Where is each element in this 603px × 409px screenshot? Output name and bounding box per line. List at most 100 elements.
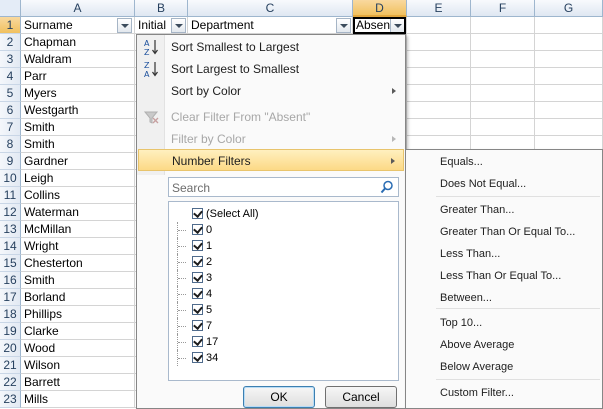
row-header[interactable]: 12 xyxy=(0,204,21,221)
table-cell[interactable]: Phillips xyxy=(21,306,135,323)
column-header-g[interactable]: G xyxy=(535,0,603,17)
row-header[interactable]: 22 xyxy=(0,374,21,391)
table-cell[interactable]: Wright xyxy=(21,238,135,255)
filter-value-item[interactable]: 5 xyxy=(169,302,398,318)
filter-value-item[interactable]: (Select All) xyxy=(169,206,398,222)
row-header[interactable]: 4 xyxy=(0,68,21,85)
table-cell[interactable]: Gardner xyxy=(21,153,135,170)
number-filter-option[interactable]: Greater Than Or Equal To... xyxy=(440,222,575,242)
row-header[interactable]: 2 xyxy=(0,34,21,51)
table-cell[interactable] xyxy=(535,34,603,51)
table-cell[interactable] xyxy=(535,85,603,102)
sort-ascending-item[interactable]: A Z Sort Smallest to Largest xyxy=(138,36,404,58)
row-header[interactable]: 1 xyxy=(0,17,21,34)
table-cell[interactable] xyxy=(471,119,535,136)
initial-filter-dropdown[interactable] xyxy=(171,18,186,33)
checkbox-checked[interactable] xyxy=(192,224,203,235)
cancel-button[interactable]: Cancel xyxy=(325,386,397,408)
table-cell[interactable]: Clarke xyxy=(21,323,135,340)
number-filter-option[interactable]: Above Average xyxy=(440,335,514,355)
select-all-corner[interactable] xyxy=(0,0,21,17)
table-cell[interactable] xyxy=(471,34,535,51)
filter-value-item[interactable]: 3 xyxy=(169,270,398,286)
column-header-f[interactable]: F xyxy=(471,0,535,17)
cell-e1[interactable] xyxy=(407,17,471,34)
table-cell[interactable] xyxy=(407,68,471,85)
table-cell[interactable] xyxy=(535,119,603,136)
surname-filter-dropdown[interactable] xyxy=(117,18,132,33)
filter-value-item[interactable]: 4 xyxy=(169,286,398,302)
row-header[interactable]: 5 xyxy=(0,85,21,102)
row-header[interactable]: 9 xyxy=(0,153,21,170)
column-header-d[interactable]: D xyxy=(353,0,407,17)
table-cell[interactable]: Barrett xyxy=(21,374,135,391)
table-cell[interactable]: Wood xyxy=(21,340,135,357)
table-cell[interactable] xyxy=(407,85,471,102)
column-header-c[interactable]: C xyxy=(188,0,353,17)
checkbox-checked[interactable] xyxy=(192,304,203,315)
table-cell[interactable] xyxy=(407,34,471,51)
column-header-e[interactable]: E xyxy=(407,0,471,17)
row-header[interactable]: 15 xyxy=(0,255,21,272)
checkbox-checked[interactable] xyxy=(192,272,203,283)
number-filters-item[interactable]: Number Filters xyxy=(138,149,404,171)
filter-search-input[interactable]: Search xyxy=(168,177,399,197)
table-cell[interactable]: Chesterton xyxy=(21,255,135,272)
row-header[interactable]: 18 xyxy=(0,306,21,323)
row-header[interactable]: 3 xyxy=(0,51,21,68)
row-header[interactable]: 20 xyxy=(0,340,21,357)
row-header[interactable]: 17 xyxy=(0,289,21,306)
checkbox-checked[interactable] xyxy=(192,240,203,251)
checkbox-checked[interactable] xyxy=(192,336,203,347)
sort-descending-item[interactable]: Z A Sort Largest to Smallest xyxy=(138,58,404,80)
number-filter-option[interactable]: Top 10... xyxy=(440,313,482,333)
number-filter-option[interactable]: Between... xyxy=(440,288,492,308)
filter-value-item[interactable]: 34 xyxy=(169,350,398,366)
row-header[interactable]: 13 xyxy=(0,221,21,238)
table-cell[interactable]: Smith xyxy=(21,119,135,136)
table-cell[interactable]: Smith xyxy=(21,136,135,153)
ok-button[interactable]: OK xyxy=(243,386,315,408)
table-cell[interactable]: Mills xyxy=(21,391,135,408)
row-header[interactable]: 23 xyxy=(0,391,21,408)
column-header-b[interactable]: B xyxy=(135,0,188,17)
checkbox-checked[interactable] xyxy=(192,256,203,267)
table-cell[interactable]: Myers xyxy=(21,85,135,102)
table-cell[interactable] xyxy=(535,51,603,68)
checkbox-checked[interactable] xyxy=(192,288,203,299)
row-header[interactable]: 6 xyxy=(0,102,21,119)
filter-value-item[interactable]: 7 xyxy=(169,318,398,334)
row-header[interactable]: 10 xyxy=(0,170,21,187)
number-filter-option[interactable]: Less Than Or Equal To... xyxy=(440,266,561,286)
table-cell[interactable]: Leigh xyxy=(21,170,135,187)
table-cell[interactable]: Parr xyxy=(21,68,135,85)
table-cell[interactable] xyxy=(471,85,535,102)
filter-value-item[interactable]: 1 xyxy=(169,238,398,254)
row-header[interactable]: 21 xyxy=(0,357,21,374)
table-cell[interactable] xyxy=(407,51,471,68)
number-filter-option[interactable]: Less Than... xyxy=(440,244,500,264)
cell-c1[interactable]: Department xyxy=(188,17,353,34)
table-cell[interactable]: Westgarth xyxy=(21,102,135,119)
number-filter-option[interactable]: Custom Filter... xyxy=(440,383,514,403)
number-filter-option[interactable]: Equals... xyxy=(440,152,483,172)
table-cell[interactable] xyxy=(471,68,535,85)
table-cell[interactable] xyxy=(471,102,535,119)
number-filter-option[interactable]: Does Not Equal... xyxy=(440,174,526,194)
row-header[interactable]: 16 xyxy=(0,272,21,289)
table-cell[interactable] xyxy=(535,68,603,85)
department-filter-dropdown[interactable] xyxy=(336,18,351,33)
number-filter-option[interactable]: Below Average xyxy=(440,357,513,377)
number-filter-option[interactable]: Greater Than... xyxy=(440,200,514,220)
table-cell[interactable]: Borland xyxy=(21,289,135,306)
filter-value-item[interactable]: 0 xyxy=(169,222,398,238)
table-cell[interactable] xyxy=(471,51,535,68)
row-header[interactable]: 11 xyxy=(0,187,21,204)
table-cell[interactable] xyxy=(407,102,471,119)
checkbox-checked[interactable] xyxy=(192,320,203,331)
row-header[interactable]: 8 xyxy=(0,136,21,153)
table-cell[interactable]: McMillan xyxy=(21,221,135,238)
table-cell[interactable]: Chapman xyxy=(21,34,135,51)
sort-by-color-item[interactable]: Sort by Color xyxy=(138,80,404,102)
table-cell[interactable]: Smith xyxy=(21,272,135,289)
